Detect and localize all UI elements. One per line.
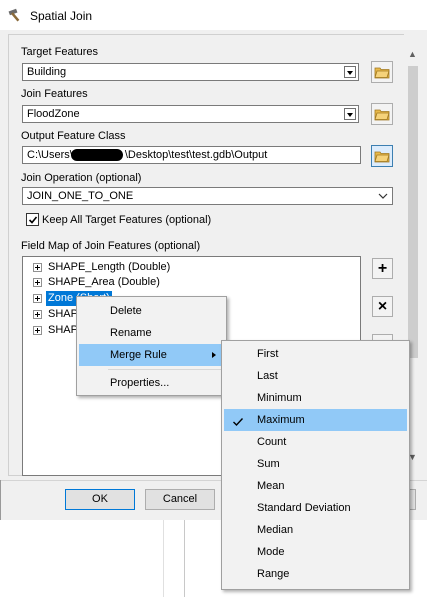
menu-item-merge-rule[interactable]: Merge Rule — [79, 344, 224, 366]
scrollbar-thumb[interactable] — [408, 66, 418, 358]
join-operation-value: JOIN_ONE_TO_ONE — [27, 190, 134, 202]
remove-field-button[interactable]: × — [372, 296, 393, 317]
open-folder-icon — [374, 109, 390, 121]
join-features-combo[interactable]: FloodZone — [22, 105, 359, 123]
merge-rule-standard-deviation[interactable]: Standard Deviation — [224, 497, 407, 519]
menu-separator — [108, 369, 222, 370]
merge-rule-sum[interactable]: Sum — [224, 453, 407, 475]
field-map-label: Field Map of Join Features (optional) — [21, 240, 201, 252]
chevron-down-icon[interactable] — [376, 189, 390, 203]
window-title: Spatial Join — [30, 9, 93, 23]
submenu-arrow-icon — [212, 352, 216, 358]
scroll-up-icon[interactable]: ▲ — [404, 46, 421, 63]
join-features-label: Join Features — [21, 88, 88, 100]
title-bar: Spatial Join — [0, 0, 427, 30]
output-path-prefix: C:\Users\ — [27, 149, 73, 161]
field-context-menu: Delete Rename Merge Rule Properties... — [76, 296, 227, 396]
merge-rule-submenu: First Last Minimum Maximum Count Sum Mea… — [221, 340, 410, 590]
cancel-button[interactable]: Cancel — [145, 489, 215, 510]
merge-rule-median[interactable]: Median — [224, 519, 407, 541]
output-feature-class-label: Output Feature Class — [21, 130, 126, 142]
expand-plus-icon[interactable] — [33, 278, 42, 287]
expand-plus-icon[interactable] — [33, 326, 42, 335]
join-operation-label: Join Operation (optional) — [21, 172, 142, 184]
expand-plus-icon[interactable] — [33, 263, 42, 272]
target-features-browse-button[interactable] — [371, 61, 393, 83]
expand-plus-icon[interactable] — [33, 294, 42, 303]
open-folder-icon — [374, 67, 390, 79]
merge-rule-last[interactable]: Last — [224, 365, 407, 387]
merge-rule-count[interactable]: Count — [224, 431, 407, 453]
merge-rule-range[interactable]: Range — [224, 563, 407, 585]
hammer-icon — [8, 8, 24, 22]
keep-all-checkbox[interactable] — [26, 213, 39, 226]
keep-all-label: Keep All Target Features (optional) — [42, 214, 212, 226]
menu-item-properties[interactable]: Properties... — [79, 372, 224, 394]
merge-rule-maximum[interactable]: Maximum — [224, 409, 407, 431]
output-path-suffix: \Desktop\test\test.gdb\Output — [124, 149, 268, 161]
output-browse-button[interactable] — [371, 145, 393, 167]
ok-button[interactable]: OK — [65, 489, 135, 510]
menu-item-rename[interactable]: Rename — [79, 322, 224, 344]
close-icon: × — [377, 298, 388, 315]
merge-rule-first[interactable]: First — [224, 343, 407, 365]
merge-rule-mode[interactable]: Mode — [224, 541, 407, 563]
add-field-button[interactable]: + — [372, 258, 393, 279]
target-features-combo[interactable]: Building — [22, 63, 359, 81]
expand-plus-icon[interactable] — [33, 310, 42, 319]
open-folder-icon — [374, 151, 390, 163]
dropdown-arrow-icon[interactable] — [344, 108, 356, 120]
plus-icon: + — [377, 260, 388, 277]
checkmark-icon — [28, 216, 38, 224]
menu-item-delete[interactable]: Delete — [79, 300, 224, 322]
redaction-mark — [71, 149, 123, 161]
target-features-value: Building — [27, 66, 67, 78]
target-features-label: Target Features — [21, 46, 99, 58]
merge-rule-minimum[interactable]: Minimum — [224, 387, 407, 409]
join-features-browse-button[interactable] — [371, 103, 393, 125]
dropdown-arrow-icon[interactable] — [344, 66, 356, 78]
merge-rule-mean[interactable]: Mean — [224, 475, 407, 497]
join-features-value: FloodZone — [27, 108, 80, 120]
join-operation-select[interactable]: JOIN_ONE_TO_ONE — [22, 187, 393, 205]
